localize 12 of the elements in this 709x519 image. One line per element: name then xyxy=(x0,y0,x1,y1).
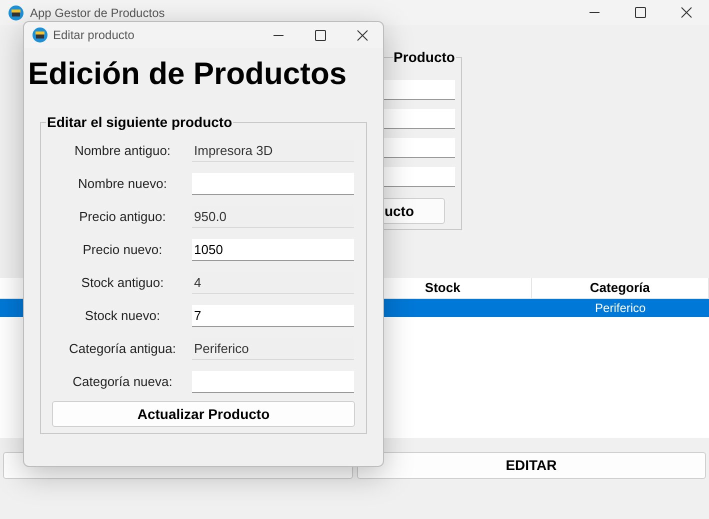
field-label: Categoría antigua: xyxy=(68,340,177,358)
heading: Edición de Productos xyxy=(27,55,348,93)
field-label: Precio nuevo: xyxy=(82,241,164,260)
field-label: Categoría nueva: xyxy=(72,373,174,392)
field-label: Nombre antiguo: xyxy=(73,142,172,160)
field-label: Nombre nuevo: xyxy=(77,175,168,194)
window-title: App Gestor de Productos xyxy=(30,4,165,22)
field-label: Precio antiguo: xyxy=(78,208,167,226)
table-cell-text: Periferico xyxy=(594,300,647,317)
field-label: Stock antiguo: xyxy=(80,274,165,292)
dialog-title: Editar producto xyxy=(53,27,134,44)
field-label: Stock nuevo: xyxy=(84,307,162,326)
